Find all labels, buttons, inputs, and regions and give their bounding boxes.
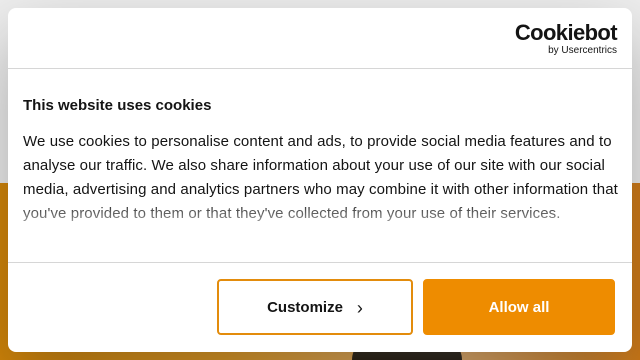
- footer-divider: [8, 262, 632, 263]
- dialog-description: We use cookies to personalise content an…: [23, 133, 618, 222]
- customize-button-label: Customize: [267, 298, 343, 316]
- logo-wordmark: Cookiebot: [514, 20, 618, 45]
- cookie-consent-dialog: Cookiebot by Usercentrics This website u…: [8, 8, 632, 352]
- customize-button[interactable]: Customize ›: [217, 279, 413, 335]
- logo-subtitle: by Usercentrics: [548, 45, 617, 56]
- cookiebot-logo[interactable]: Cookiebot by Usercentrics: [514, 20, 618, 57]
- allow-all-button[interactable]: Allow all: [423, 279, 615, 335]
- allow-all-button-label: Allow all: [488, 298, 550, 316]
- chevron-right-icon: ›: [356, 298, 363, 318]
- dialog-header: Cookiebot by Usercentrics: [8, 8, 632, 69]
- dialog-body: This website uses cookies We use cookies…: [23, 96, 623, 256]
- dialog-title: This website uses cookies: [23, 97, 212, 114]
